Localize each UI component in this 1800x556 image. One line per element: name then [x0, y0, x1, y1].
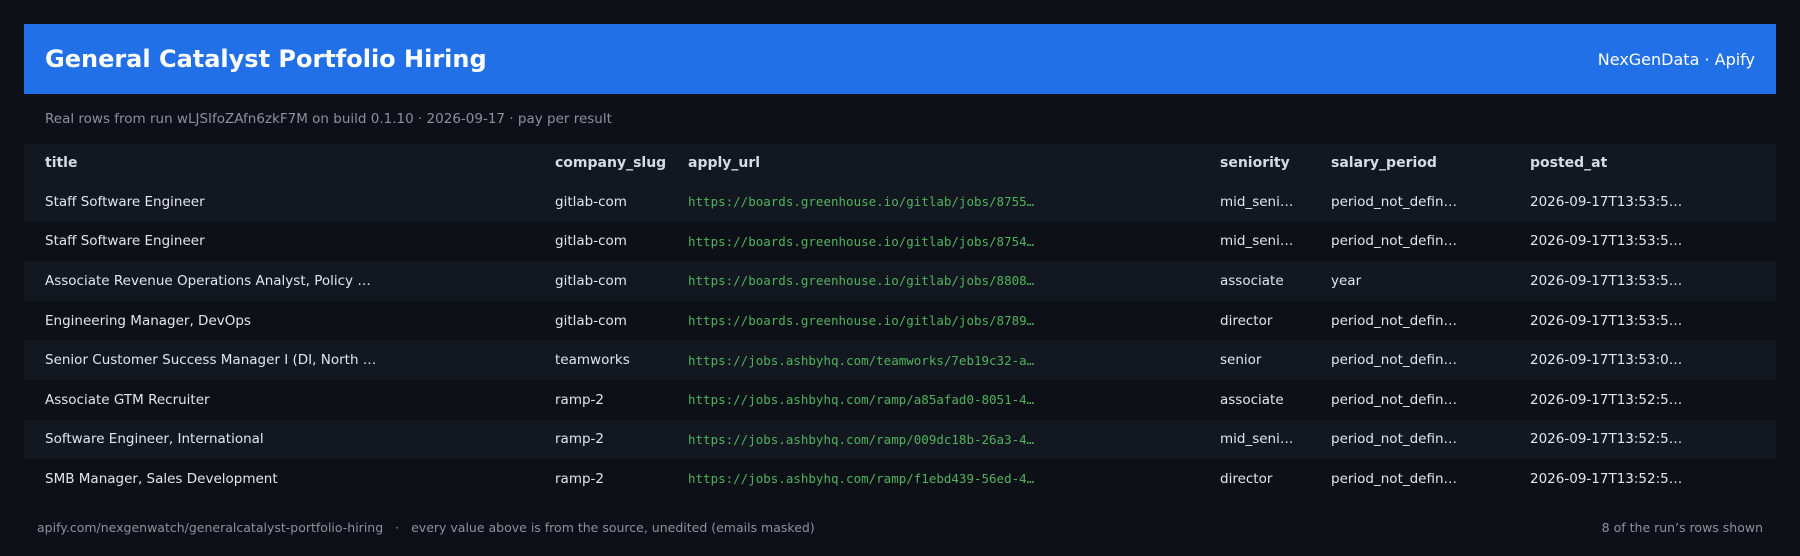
cell-salary-period: period_not_defin… — [1331, 221, 1530, 262]
cell-title: Staff Software Engineer — [24, 182, 555, 222]
table-row: Software Engineer, International ramp-2 … — [24, 419, 1776, 460]
cell-posted-at: 2026-09-17T13:53:5… — [1530, 300, 1776, 341]
cell-apply-url-link[interactable]: https://boards.greenhouse.io/gitlab/jobs… — [688, 221, 1220, 262]
cell-title: SMB Manager, Sales Development — [24, 459, 555, 499]
cell-title: Senior Customer Success Manager I (DI, N… — [24, 340, 555, 380]
cell-apply-url-link[interactable]: https://jobs.ashbyhq.com/ramp/a85afad0-8… — [688, 379, 1220, 420]
cell-title: Associate GTM Recruiter — [24, 379, 555, 420]
cell-seniority: director — [1220, 300, 1331, 341]
table-header-row: title company_slug apply_url seniority s… — [24, 144, 1776, 182]
cell-company-slug: gitlab-com — [555, 182, 688, 222]
cell-posted-at: 2026-09-17T13:53:5… — [1530, 221, 1776, 262]
table-row: Staff Software Engineer gitlab-com https… — [24, 182, 1776, 222]
cell-posted-at: 2026-09-17T13:53:5… — [1530, 182, 1776, 222]
column-header-title[interactable]: title — [24, 144, 555, 182]
cell-apply-url-link[interactable]: https://jobs.ashbyhq.com/ramp/f1ebd439-5… — [688, 459, 1220, 499]
results-table: title company_slug apply_url seniority s… — [24, 144, 1776, 499]
cell-company-slug: ramp-2 — [555, 419, 688, 460]
cell-title: Associate Revenue Operations Analyst, Po… — [24, 261, 555, 301]
cell-salary-period: period_not_defin… — [1331, 419, 1530, 460]
run-info: Real rows from run wLJSIfoZAfn6zkF7M on … — [45, 111, 612, 127]
cell-seniority: director — [1220, 459, 1331, 499]
cell-salary-period: period_not_defin… — [1331, 340, 1530, 380]
cell-company-slug: ramp-2 — [555, 379, 688, 420]
table-row: Engineering Manager, DevOps gitlab-com h… — [24, 300, 1776, 341]
cell-posted-at: 2026-09-17T13:53:5… — [1530, 261, 1776, 301]
column-header-seniority[interactable]: seniority — [1220, 144, 1331, 182]
cell-salary-period: period_not_defin… — [1331, 300, 1530, 341]
cell-seniority: associate — [1220, 379, 1331, 420]
cell-company-slug: gitlab-com — [555, 300, 688, 341]
cell-salary-period: year — [1331, 261, 1530, 301]
table-row: Associate GTM Recruiter ramp-2 https://j… — [24, 379, 1776, 420]
results-panel: General Catalyst Portfolio Hiring NexGen… — [24, 24, 1776, 499]
table-row: SMB Manager, Sales Development ramp-2 ht… — [24, 459, 1776, 499]
footer-left: apify.com/nexgenwatch/generalcatalyst-po… — [37, 520, 815, 535]
column-header-company-slug[interactable]: company_slug — [555, 144, 688, 182]
cell-seniority: mid_seni… — [1220, 221, 1331, 262]
row-count-label: 8 of the run’s rows shown — [1601, 520, 1763, 535]
cell-posted-at: 2026-09-17T13:52:5… — [1530, 379, 1776, 420]
cell-apply-url-link[interactable]: https://boards.greenhouse.io/gitlab/jobs… — [688, 261, 1220, 301]
cell-apply-url-link[interactable]: https://boards.greenhouse.io/gitlab/jobs… — [688, 300, 1220, 341]
page-title: General Catalyst Portfolio Hiring — [45, 45, 487, 73]
cell-salary-period: period_not_defin… — [1331, 379, 1530, 420]
cell-company-slug: ramp-2 — [555, 459, 688, 499]
column-header-salary-period[interactable]: salary_period — [1331, 144, 1530, 182]
cell-salary-period: period_not_defin… — [1331, 459, 1530, 499]
cell-company-slug: gitlab-com — [555, 261, 688, 301]
cell-posted-at: 2026-09-17T13:53:0… — [1530, 340, 1776, 380]
cell-seniority: associate — [1220, 261, 1331, 301]
cell-apply-url-link[interactable]: https://jobs.ashbyhq.com/teamworks/7eb19… — [688, 340, 1220, 380]
footer-note: every value above is from the source, un… — [411, 520, 815, 535]
column-header-apply-url[interactable]: apply_url — [688, 144, 1220, 182]
cell-seniority: senior — [1220, 340, 1331, 380]
column-header-posted-at[interactable]: posted_at — [1530, 144, 1776, 182]
cell-company-slug: gitlab-com — [555, 221, 688, 262]
cell-title: Software Engineer, International — [24, 419, 555, 460]
cell-title: Staff Software Engineer — [24, 221, 555, 262]
brand-label: NexGenData · Apify — [1597, 49, 1755, 69]
cell-posted-at: 2026-09-17T13:52:5… — [1530, 419, 1776, 460]
cell-apply-url-link[interactable]: https://jobs.ashbyhq.com/ramp/009dc18b-2… — [688, 419, 1220, 460]
cell-title: Engineering Manager, DevOps — [24, 300, 555, 341]
table-row: Associate Revenue Operations Analyst, Po… — [24, 261, 1776, 301]
cell-seniority: mid_seni… — [1220, 182, 1331, 222]
header-bar: General Catalyst Portfolio Hiring NexGen… — [24, 24, 1776, 94]
table-row: Senior Customer Success Manager I (DI, N… — [24, 340, 1776, 380]
cell-apply-url-link[interactable]: https://boards.greenhouse.io/gitlab/jobs… — [688, 182, 1220, 222]
footer: apify.com/nexgenwatch/generalcatalyst-po… — [37, 520, 1763, 535]
cell-seniority: mid_seni… — [1220, 419, 1331, 460]
cell-company-slug: teamworks — [555, 340, 688, 380]
footer-separator: · — [395, 520, 400, 535]
cell-salary-period: period_not_defin… — [1331, 182, 1530, 222]
actor-url-link[interactable]: apify.com/nexgenwatch/generalcatalyst-po… — [37, 520, 383, 535]
table-row: Staff Software Engineer gitlab-com https… — [24, 221, 1776, 262]
cell-posted-at: 2026-09-17T13:52:5… — [1530, 459, 1776, 499]
